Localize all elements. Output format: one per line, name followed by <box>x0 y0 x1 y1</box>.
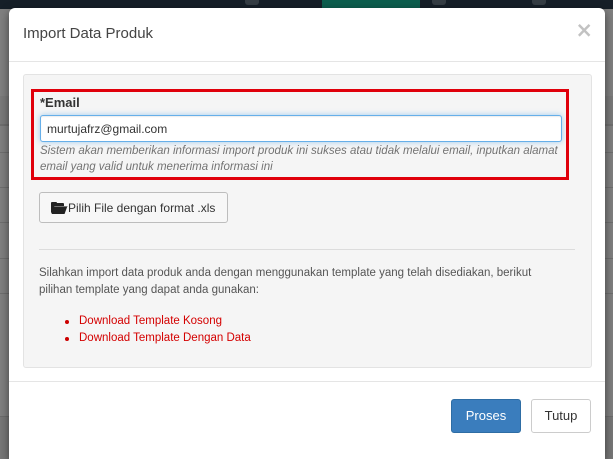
choose-file-label: Pilih File dengan format .xls <box>68 201 216 215</box>
close-icon[interactable]: × <box>575 20 593 41</box>
bullet-icon <box>65 337 69 341</box>
list-item: Download Template Dengan Data <box>39 330 251 347</box>
process-button[interactable]: Proses <box>451 399 521 433</box>
email-input[interactable] <box>40 115 562 142</box>
modal-header: Import Data Produk × <box>9 8 605 62</box>
modal-title: Import Data Produk <box>23 25 154 42</box>
email-field-highlight: *Email Sistem akan memberikan informasi … <box>31 89 569 180</box>
email-label: *Email <box>40 95 80 110</box>
import-modal: Import Data Produk × *Email Sistem akan … <box>9 8 605 459</box>
divider <box>39 249 575 250</box>
download-data-template-link[interactable]: Download Template Dengan Data <box>79 332 251 344</box>
bullet-icon <box>65 320 69 324</box>
choose-file-button[interactable]: Pilih File dengan format .xls <box>39 192 229 223</box>
modal-footer: Proses Tutup <box>9 381 605 459</box>
download-empty-template-link[interactable]: Download Template Kosong <box>79 315 222 327</box>
list-item: Download Template Kosong <box>39 313 251 330</box>
instructions-text: Silahkan import data produk anda dengan … <box>39 267 532 296</box>
email-help-text: Sistem akan memberikan informasi import … <box>40 145 558 173</box>
close-button[interactable]: Tutup <box>531 399 591 433</box>
template-list: Download Template Kosong Download Templa… <box>39 313 251 347</box>
import-form-panel: *Email Sistem akan memberikan informasi … <box>23 74 592 368</box>
folder-open-icon <box>51 202 68 214</box>
